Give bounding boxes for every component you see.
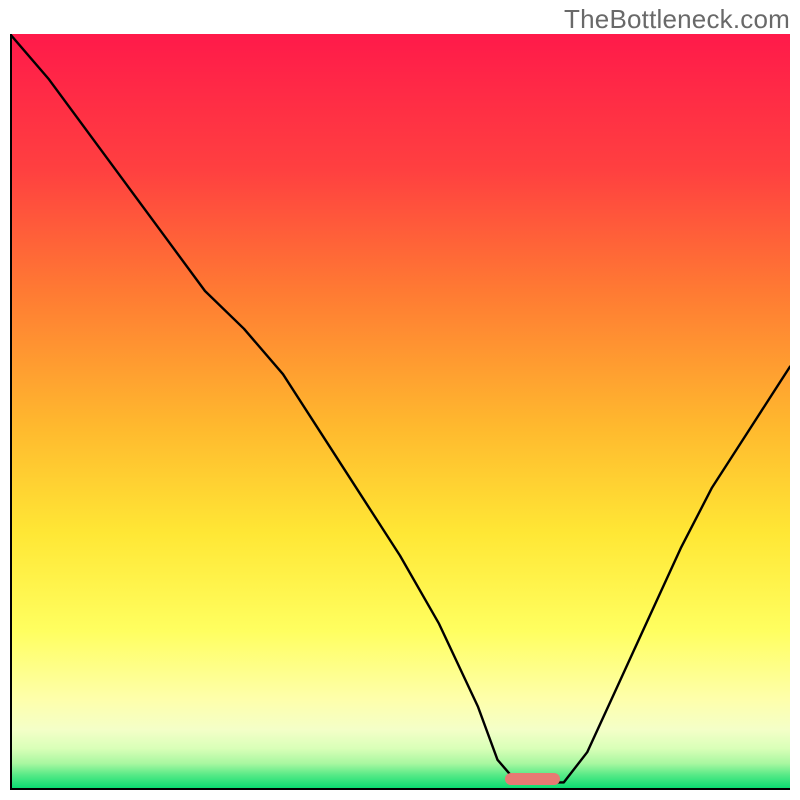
plot-area bbox=[10, 34, 790, 790]
gradient-background bbox=[10, 34, 790, 790]
sweet-spot-marker bbox=[505, 773, 560, 785]
chart-canvas: TheBottleneck.com bbox=[0, 0, 800, 800]
chart-svg bbox=[10, 34, 790, 790]
watermark-text: TheBottleneck.com bbox=[564, 4, 790, 35]
